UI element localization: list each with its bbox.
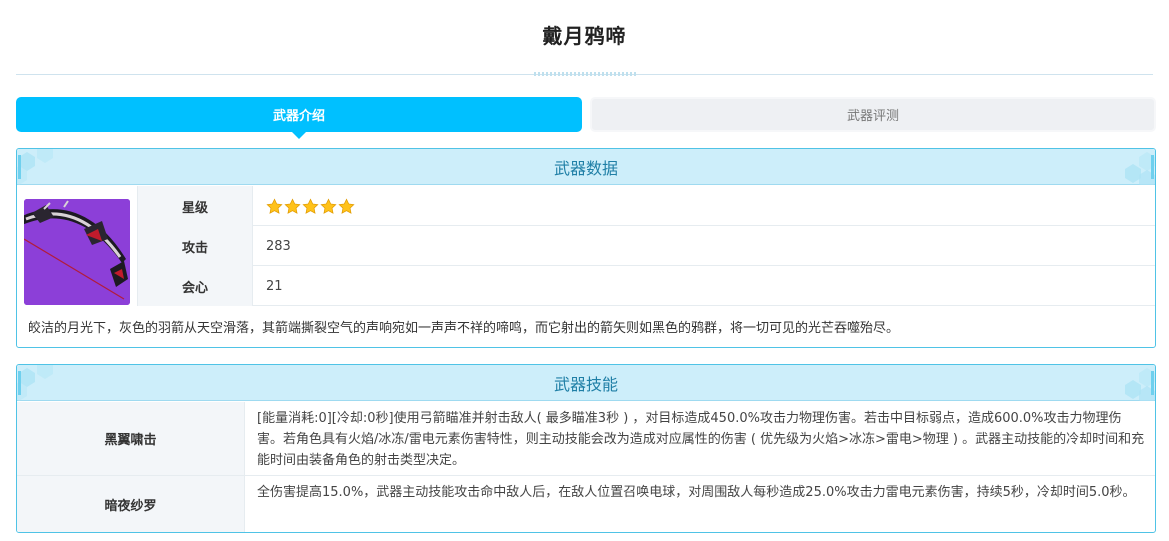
hexagon-decoration-icon [17, 149, 53, 185]
hexagon-decoration-icon [1125, 368, 1155, 401]
panel-header: 武器技能 [17, 365, 1155, 401]
skill-row: 黑翼啸击 [能量消耗:0][冷却:0秒]使用弓箭瞄准并射击敌人( 最多瞄准3秒 … [17, 402, 1155, 476]
hexagon-decoration-icon [17, 365, 53, 401]
stat-label: 星级 [137, 186, 253, 226]
page-title: 戴月鸦啼 [542, 24, 627, 48]
stat-row-attack: 攻击 283 [137, 226, 1155, 266]
tab-weapon-intro[interactable]: 武器介绍 [16, 97, 582, 139]
skill-description: 全伤害提高15.0%，武器主动技能攻击命中敌人后，在敌人位置召唤电球，对周围敌人… [257, 485, 1136, 500]
rarity-stars [266, 186, 355, 226]
skill-name: 暗夜纱罗 [17, 476, 245, 532]
weapon-bow-image [24, 199, 130, 305]
star-icon [302, 197, 319, 214]
stat-value: 21 [266, 278, 283, 294]
tab-label: 武器评测 [846, 109, 899, 124]
active-tab-pointer [292, 132, 306, 139]
panel-heading: 武器技能 [553, 374, 618, 394]
weapon-data-panel: 武器数据 星级 攻击 283 会心 21 皎洁的月光下，灰色的羽箭从天空滑落，其… [16, 148, 1156, 348]
stat-label: 会心 [137, 266, 253, 306]
star-icon [284, 197, 301, 214]
hexagon-decoration-icon [1125, 152, 1155, 185]
tab-weapon-review[interactable]: 武器评测 [590, 97, 1156, 132]
weapon-skills-panel: 武器技能 黑翼啸击 [能量消耗:0][冷却:0秒]使用弓箭瞄准并射击敌人( 最多… [16, 364, 1156, 533]
skill-row: 暗夜纱罗 全伤害提高15.0%，武器主动技能攻击命中敌人后，在敌人位置召唤电球，… [17, 476, 1155, 532]
star-icon [266, 197, 283, 214]
tab-label: 武器介绍 [272, 109, 325, 124]
stat-row-rarity: 星级 [137, 186, 1155, 226]
skill-description: [能量消耗:0][冷却:0秒]使用弓箭瞄准并射击敌人( 最多瞄准3秒 ) ，对目… [257, 411, 1145, 468]
weapon-description: 皎洁的月光下，灰色的羽箭从天空滑落，其箭端撕裂空气的声响宛如一声声不祥的啼鸣，而… [28, 321, 900, 336]
panel-header: 武器数据 [17, 149, 1155, 185]
weapon-stats: 星级 攻击 283 会心 21 [17, 186, 1155, 306]
stat-label: 攻击 [137, 226, 253, 266]
tab-bar: 武器介绍 武器评测 [16, 97, 1156, 139]
skill-name: 黑翼啸击 [17, 402, 245, 475]
star-icon [320, 197, 337, 214]
stat-row-crit: 会心 21 [137, 266, 1155, 306]
star-icon [338, 197, 355, 214]
title-divider-ornament [534, 72, 636, 76]
panel-heading: 武器数据 [553, 158, 618, 178]
stat-value: 283 [266, 238, 291, 254]
